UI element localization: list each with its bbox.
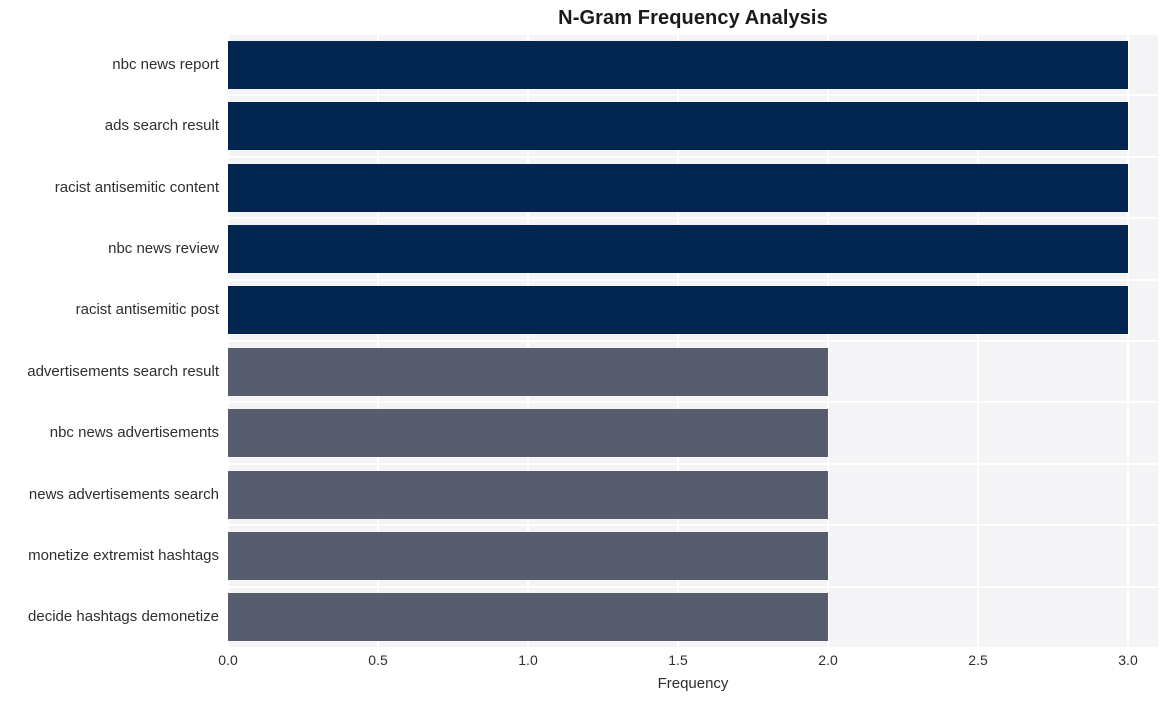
- bar: [228, 224, 1128, 273]
- x-axis-tick-labels: 0.0 0.5 1.0 1.5 2.0 2.5 3.0: [0, 650, 1167, 674]
- bar: [228, 470, 828, 519]
- x-axis-tick-label: 1.0: [518, 652, 538, 668]
- gridline-horizontal: [228, 585, 1158, 588]
- gridline-horizontal: [228, 217, 1158, 220]
- bar: [228, 409, 828, 458]
- gridline-horizontal: [228, 401, 1158, 404]
- bar: [228, 593, 828, 642]
- x-axis-tick-label: 1.5: [668, 652, 688, 668]
- bar: [228, 102, 1128, 151]
- bar: [228, 40, 1128, 89]
- gridline-horizontal: [228, 524, 1158, 527]
- chart-title: N-Gram Frequency Analysis: [558, 7, 828, 29]
- x-axis-title: Frequency: [657, 675, 729, 692]
- chart-figure: N-Gram Frequency Analysis nbc news repor…: [0, 0, 1167, 701]
- x-axis-tick-label: 0.0: [218, 652, 238, 668]
- bar: [228, 531, 828, 580]
- x-axis-tick-label: 0.5: [368, 652, 388, 668]
- y-axis-tick-label: nbc news advertisements: [49, 424, 219, 442]
- y-axis-tick-label: decide hashtags demonetize: [28, 608, 219, 626]
- x-axis-tick-label: 2.5: [968, 652, 988, 668]
- y-axis-tick-label: monetize extremist hashtags: [28, 546, 219, 564]
- y-axis-tick-label: news advertisements search: [28, 485, 219, 503]
- gridline-horizontal: [228, 278, 1158, 281]
- y-axis-tick-label: nbc news report: [112, 55, 219, 73]
- gridline-horizontal: [228, 647, 1158, 648]
- x-axis-tick-label: 3.0: [1118, 652, 1138, 668]
- plot-area: [228, 34, 1158, 648]
- y-axis-tick-labels: nbc news report ads search result racist a…: [0, 34, 228, 648]
- y-axis-tick-label: racist antisemitic post: [75, 301, 219, 319]
- gridline-horizontal: [228, 155, 1158, 158]
- gridline-horizontal: [228, 94, 1158, 97]
- bar: [228, 286, 1128, 335]
- gridline-horizontal: [228, 462, 1158, 465]
- bar: [228, 347, 828, 396]
- y-axis-tick-label: racist antisemitic content: [54, 178, 219, 196]
- y-axis-tick-label: ads search result: [104, 117, 219, 135]
- gridline-horizontal: [228, 340, 1158, 342]
- x-axis-tick-label: 2.0: [818, 652, 838, 668]
- bar: [228, 163, 1128, 212]
- y-axis-tick-label: nbc news review: [108, 239, 219, 257]
- gridline-horizontal: [228, 34, 1158, 35]
- y-axis-tick-label: advertisements search result: [27, 362, 219, 380]
